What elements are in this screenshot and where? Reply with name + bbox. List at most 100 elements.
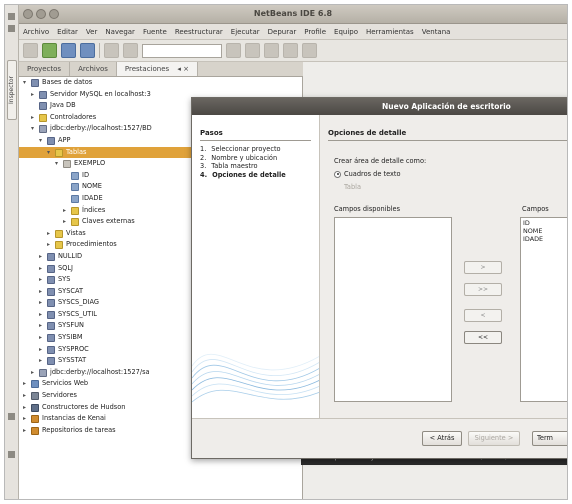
step-item: 2. Nombre y ubicación	[200, 154, 286, 163]
conn-icon	[39, 125, 47, 134]
step-number: 3.	[200, 162, 207, 170]
expander-icon[interactable]: ▸	[23, 390, 29, 402]
expander-icon[interactable]: ▸	[23, 378, 29, 390]
expander-icon[interactable]: ▸	[39, 332, 45, 344]
gutter-marker	[8, 25, 15, 32]
expander-icon[interactable]: ▾	[55, 158, 61, 170]
radio-tabla[interactable]: Tabla	[334, 183, 361, 191]
profile-icon[interactable]	[302, 43, 317, 58]
tab-prestaciones[interactable]: Prestaciones ◂ ×	[116, 62, 199, 76]
expander-icon[interactable]: ▸	[63, 216, 69, 228]
list-item[interactable]: IDADE	[523, 235, 567, 243]
move-left-button[interactable]: <	[464, 309, 502, 322]
tab-close-icon[interactable]: ◂ ×	[177, 65, 189, 73]
menu-equipo[interactable]: Equipo	[334, 28, 358, 36]
run-icon[interactable]	[264, 43, 279, 58]
open-project-icon[interactable]	[61, 43, 76, 58]
folder-icon	[39, 113, 47, 122]
list-item[interactable]: ID	[523, 219, 567, 227]
step-item: 3. Tabla maestro	[200, 162, 286, 171]
screenshot-frame: Inspector NetBeans IDE 6.8 Archivo Edita…	[4, 4, 568, 500]
expander-icon[interactable]: ▸	[39, 320, 45, 332]
move-all-left-button[interactable]: <<	[464, 331, 502, 344]
expander-icon[interactable]: ▸	[23, 425, 29, 437]
configuration-combo[interactable]	[142, 43, 222, 58]
tree-node[interactable]: ▾ Bases de datos	[19, 77, 302, 89]
tree-node-label: Tablas	[66, 147, 87, 156]
expander-icon[interactable]: ▸	[31, 112, 37, 124]
menu-ventana[interactable]: Ventana	[422, 28, 451, 36]
expander-icon[interactable]: ▸	[39, 297, 45, 309]
expander-icon[interactable]: ▸	[39, 344, 45, 356]
db-icon	[31, 79, 39, 87]
expander-icon[interactable]: ▸	[39, 286, 45, 298]
new-file-icon[interactable]	[23, 43, 38, 58]
build-icon[interactable]	[245, 43, 260, 58]
tree-node-label: Índices	[82, 205, 106, 214]
expander-icon[interactable]: ▸	[63, 205, 69, 217]
expander-icon[interactable]: ▸	[39, 251, 45, 263]
expander-icon[interactable]: ▸	[39, 274, 45, 286]
tree-node-label: jdbc:derby://localhost:1527/BD	[50, 124, 152, 133]
expander-icon[interactable]: ▸	[23, 413, 29, 425]
expander-icon[interactable]: ▸	[47, 239, 53, 251]
campos-disponibles-label: Campos disponibles	[334, 205, 401, 213]
expander-icon[interactable]: ▸	[39, 263, 45, 275]
expander-icon[interactable]: ▾	[47, 147, 53, 159]
list-item[interactable]: NOME	[523, 227, 567, 235]
clean-build-icon[interactable]	[226, 43, 241, 58]
save-all-icon[interactable]	[80, 43, 95, 58]
expander-icon[interactable]: ▾	[23, 77, 29, 89]
expander-icon[interactable]: ▸	[47, 228, 53, 240]
menu-profile[interactable]: Profile	[304, 28, 326, 36]
expander-icon[interactable]: ▸	[39, 309, 45, 321]
debug-icon[interactable]	[283, 43, 298, 58]
db-icon	[47, 287, 55, 296]
inspector-tab[interactable]: Inspector	[7, 60, 17, 120]
menu-ver[interactable]: Ver	[86, 28, 97, 36]
undo-icon[interactable]	[104, 43, 119, 58]
toolbar-separator	[99, 43, 100, 58]
expander-icon[interactable]: ▸	[23, 402, 29, 414]
steps-panel: Pasos 1. Seleccionar proyecto 2. Nombre y u…	[192, 115, 320, 418]
menu-herramientas[interactable]: Herramientas	[366, 28, 414, 36]
tab-archivos[interactable]: Archivos	[70, 62, 117, 76]
radio-tabla-label: Tabla	[344, 183, 362, 191]
back-button[interactable]: < Atrás	[422, 431, 462, 446]
radio-cuadros-texto[interactable]: Cuadros de texto	[334, 170, 401, 178]
expander-icon[interactable]: ▸	[31, 367, 37, 379]
radio-selected-icon[interactable]	[334, 170, 341, 178]
next-button[interactable]: Siguiente >	[468, 431, 520, 446]
step-label: Nombre y ubicación	[211, 153, 278, 162]
menu-depurar[interactable]: Depurar	[268, 28, 297, 36]
tree-node-label: SYSFUN	[58, 321, 84, 330]
redo-icon[interactable]	[123, 43, 138, 58]
expander-icon[interactable]: ▾	[39, 135, 45, 147]
new-project-icon[interactable]	[42, 43, 57, 58]
menu-reestructurar[interactable]: Reestructurar	[175, 28, 223, 36]
expander-icon[interactable]: ▸	[39, 355, 45, 367]
tab-proyectos[interactable]: Proyectos	[19, 62, 71, 76]
menu-navegar[interactable]: Navegar	[105, 28, 135, 36]
finish-button[interactable]: Term	[532, 431, 567, 446]
selected-fields-list[interactable]: ID NOME IDADE	[520, 217, 567, 402]
step-number: 1.	[200, 145, 207, 153]
options-panel: Opciones de detalle Crear área de detall…	[322, 115, 567, 418]
expander-icon[interactable]: ▾	[31, 123, 37, 135]
table-icon	[63, 160, 71, 169]
folder-icon	[71, 218, 79, 227]
move-right-button[interactable]: >	[464, 261, 502, 274]
menu-fuente[interactable]: Fuente	[143, 28, 167, 36]
available-fields-list[interactable]	[334, 217, 452, 402]
tree-node-label: SYS	[58, 275, 71, 284]
tree-node-label: SQLJ	[58, 263, 73, 272]
tree-node-label: Controladores	[50, 112, 97, 121]
menu-editar[interactable]: Editar	[57, 28, 78, 36]
tree-node-label: Instancias de Kenai	[42, 414, 106, 423]
dialog-title: Nuevo Aplicación de escritorio	[192, 98, 567, 115]
menu-archivo[interactable]: Archivo	[23, 28, 49, 36]
tree-node-label: jdbc:derby://localhost:1527/sa	[50, 367, 150, 376]
menu-ejecutar[interactable]: Ejecutar	[231, 28, 260, 36]
move-all-right-button[interactable]: >>	[464, 283, 502, 296]
expander-icon[interactable]: ▸	[31, 89, 37, 101]
